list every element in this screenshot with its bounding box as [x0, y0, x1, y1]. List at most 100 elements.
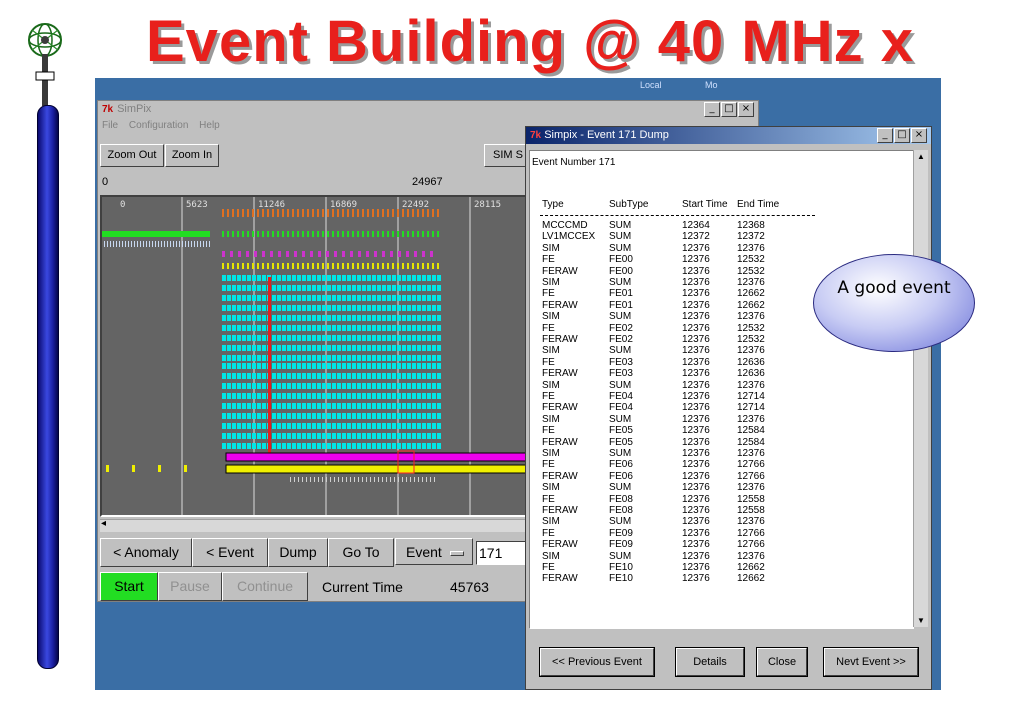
next-event-button[interactable]: Nevt Event >> — [823, 647, 919, 677]
timeline-mark — [203, 241, 204, 247]
timeline-mark — [352, 231, 354, 237]
timeline-mark — [337, 209, 339, 217]
timeline-mark — [292, 403, 296, 409]
timeline-mark — [257, 335, 261, 341]
prev-anomaly-button[interactable]: < Anomaly — [100, 538, 192, 567]
timeline-mark — [367, 403, 371, 409]
dump-row: SIM SUM 12376 12376 — [532, 483, 892, 493]
sim-button[interactable]: SIM S — [484, 144, 531, 167]
timeline-mark — [357, 275, 361, 281]
cell-subtype: SUM — [609, 482, 632, 494]
cell-end-time: 12532 — [737, 322, 765, 334]
timeline-mark — [287, 285, 291, 291]
scroll-left-icon[interactable]: ◂ — [101, 518, 106, 529]
timeline-mark — [422, 285, 426, 291]
timeline-mark — [287, 263, 289, 269]
zoom-in-button[interactable]: Zoom In — [165, 144, 219, 167]
timeline-mark — [412, 403, 416, 409]
minimize-icon[interactable]: _ — [704, 102, 720, 117]
timeline-mark — [268, 277, 271, 457]
simpix-titlebar[interactable]: 7k SimPix _ □ × — [98, 101, 758, 118]
cell-start-time: 12376 — [682, 368, 710, 380]
event-number-line: Event Number 171 — [532, 157, 616, 168]
timeline-mark — [247, 403, 251, 409]
previous-event-button[interactable]: << Previous Event — [539, 647, 655, 677]
cell-subtype: FE04 — [609, 391, 633, 402]
timeline-mark — [237, 433, 241, 439]
timeline-mark — [334, 477, 335, 482]
timeline-mark — [252, 275, 256, 281]
goto-button[interactable]: Go To — [328, 538, 394, 567]
timeline-mark — [131, 241, 132, 247]
timeline-mark — [252, 263, 254, 269]
timeline-mark — [382, 403, 386, 409]
axis-tick-label: 0 — [120, 200, 125, 210]
timeline-mark — [392, 335, 396, 341]
close-icon[interactable]: × — [738, 102, 754, 117]
timeline-mark — [292, 443, 296, 449]
timeline-mark — [206, 241, 207, 247]
timeline-mark — [397, 209, 399, 217]
dump-text-area[interactable]: Event Number 171 Type SubType Start Time… — [529, 150, 914, 629]
desktop-icon-label[interactable]: Local — [640, 80, 662, 90]
dump-row: FE FE04 12376 12714 — [532, 392, 892, 402]
timeline-mark — [307, 231, 309, 237]
dump-row: FERAW FE10 12376 12662 — [532, 574, 892, 584]
dump-titlebar[interactable]: 7k Simpix - Event 171 Dump _ □ × — [526, 127, 931, 144]
cell-type: SIM — [542, 482, 560, 494]
menu-file[interactable]: File — [102, 120, 118, 131]
event-type-select[interactable]: Event — [395, 538, 473, 565]
timeline-mark — [387, 423, 391, 429]
vertical-scrollbar[interactable]: ▲ ▼ — [913, 150, 928, 627]
close-button[interactable]: Close — [756, 647, 808, 677]
timeline-mark — [432, 355, 436, 361]
timeline-mark — [377, 413, 381, 419]
timeline-mark — [372, 285, 376, 291]
minimize-icon[interactable]: _ — [877, 128, 893, 143]
cell-start-time: 12376 — [682, 254, 710, 266]
timeline-mark — [314, 477, 315, 482]
menu-configuration[interactable]: Configuration — [129, 120, 188, 131]
desktop-icon-label[interactable]: Mo — [705, 80, 718, 90]
cell-end-time: 12376 — [737, 242, 765, 254]
timeline-mark — [407, 305, 411, 311]
timeline-mark — [113, 241, 114, 247]
timeline-mark — [287, 315, 291, 321]
header-divider — [540, 215, 815, 216]
pause-button[interactable]: Pause — [158, 572, 222, 601]
start-button[interactable]: Start — [100, 572, 158, 601]
dump-row: FERAW FE08 12376 12558 — [532, 506, 892, 516]
scroll-up-icon[interactable]: ▲ — [917, 152, 925, 161]
dump-button[interactable]: Dump — [268, 538, 328, 567]
timeline-mark — [357, 433, 361, 439]
timeline-mark — [342, 335, 346, 341]
timeline-mark — [230, 251, 233, 257]
timeline-mark — [437, 433, 441, 439]
timeline-mark — [277, 373, 281, 379]
prev-event-button[interactable]: < Event — [192, 538, 268, 567]
scroll-down-icon[interactable]: ▼ — [917, 616, 925, 625]
cell-start-time: 12376 — [682, 505, 710, 516]
timeline-mark — [337, 383, 341, 389]
timeline-mark — [262, 413, 266, 419]
maximize-icon[interactable]: □ — [721, 102, 737, 117]
timeline-mark — [417, 285, 421, 291]
details-button[interactable]: Details — [675, 647, 745, 677]
menu-help[interactable]: Help — [199, 120, 220, 131]
horizontal-scrollbar[interactable]: ◂ — [100, 518, 530, 532]
timeline-mark — [370, 477, 371, 482]
timeline-mark — [347, 393, 351, 399]
continue-button[interactable]: Continue — [222, 572, 308, 601]
timeline-mark — [422, 403, 426, 409]
dump-row: FERAW FE04 12376 12714 — [532, 403, 892, 413]
timeline-mark — [158, 465, 161, 472]
callout-bubble: A good event — [813, 254, 975, 352]
timeline-mark — [292, 231, 294, 237]
close-icon[interactable]: × — [911, 128, 927, 143]
event-timeline-plot[interactable]: 0 5623 11246 16869 22492 28115 — [100, 195, 530, 517]
zoom-out-button[interactable]: Zoom Out — [100, 144, 164, 167]
maximize-icon[interactable]: □ — [894, 128, 910, 143]
event-number-input[interactable]: 171 — [476, 541, 530, 565]
timeline-mark — [382, 315, 386, 321]
timeline-mark — [247, 295, 251, 301]
